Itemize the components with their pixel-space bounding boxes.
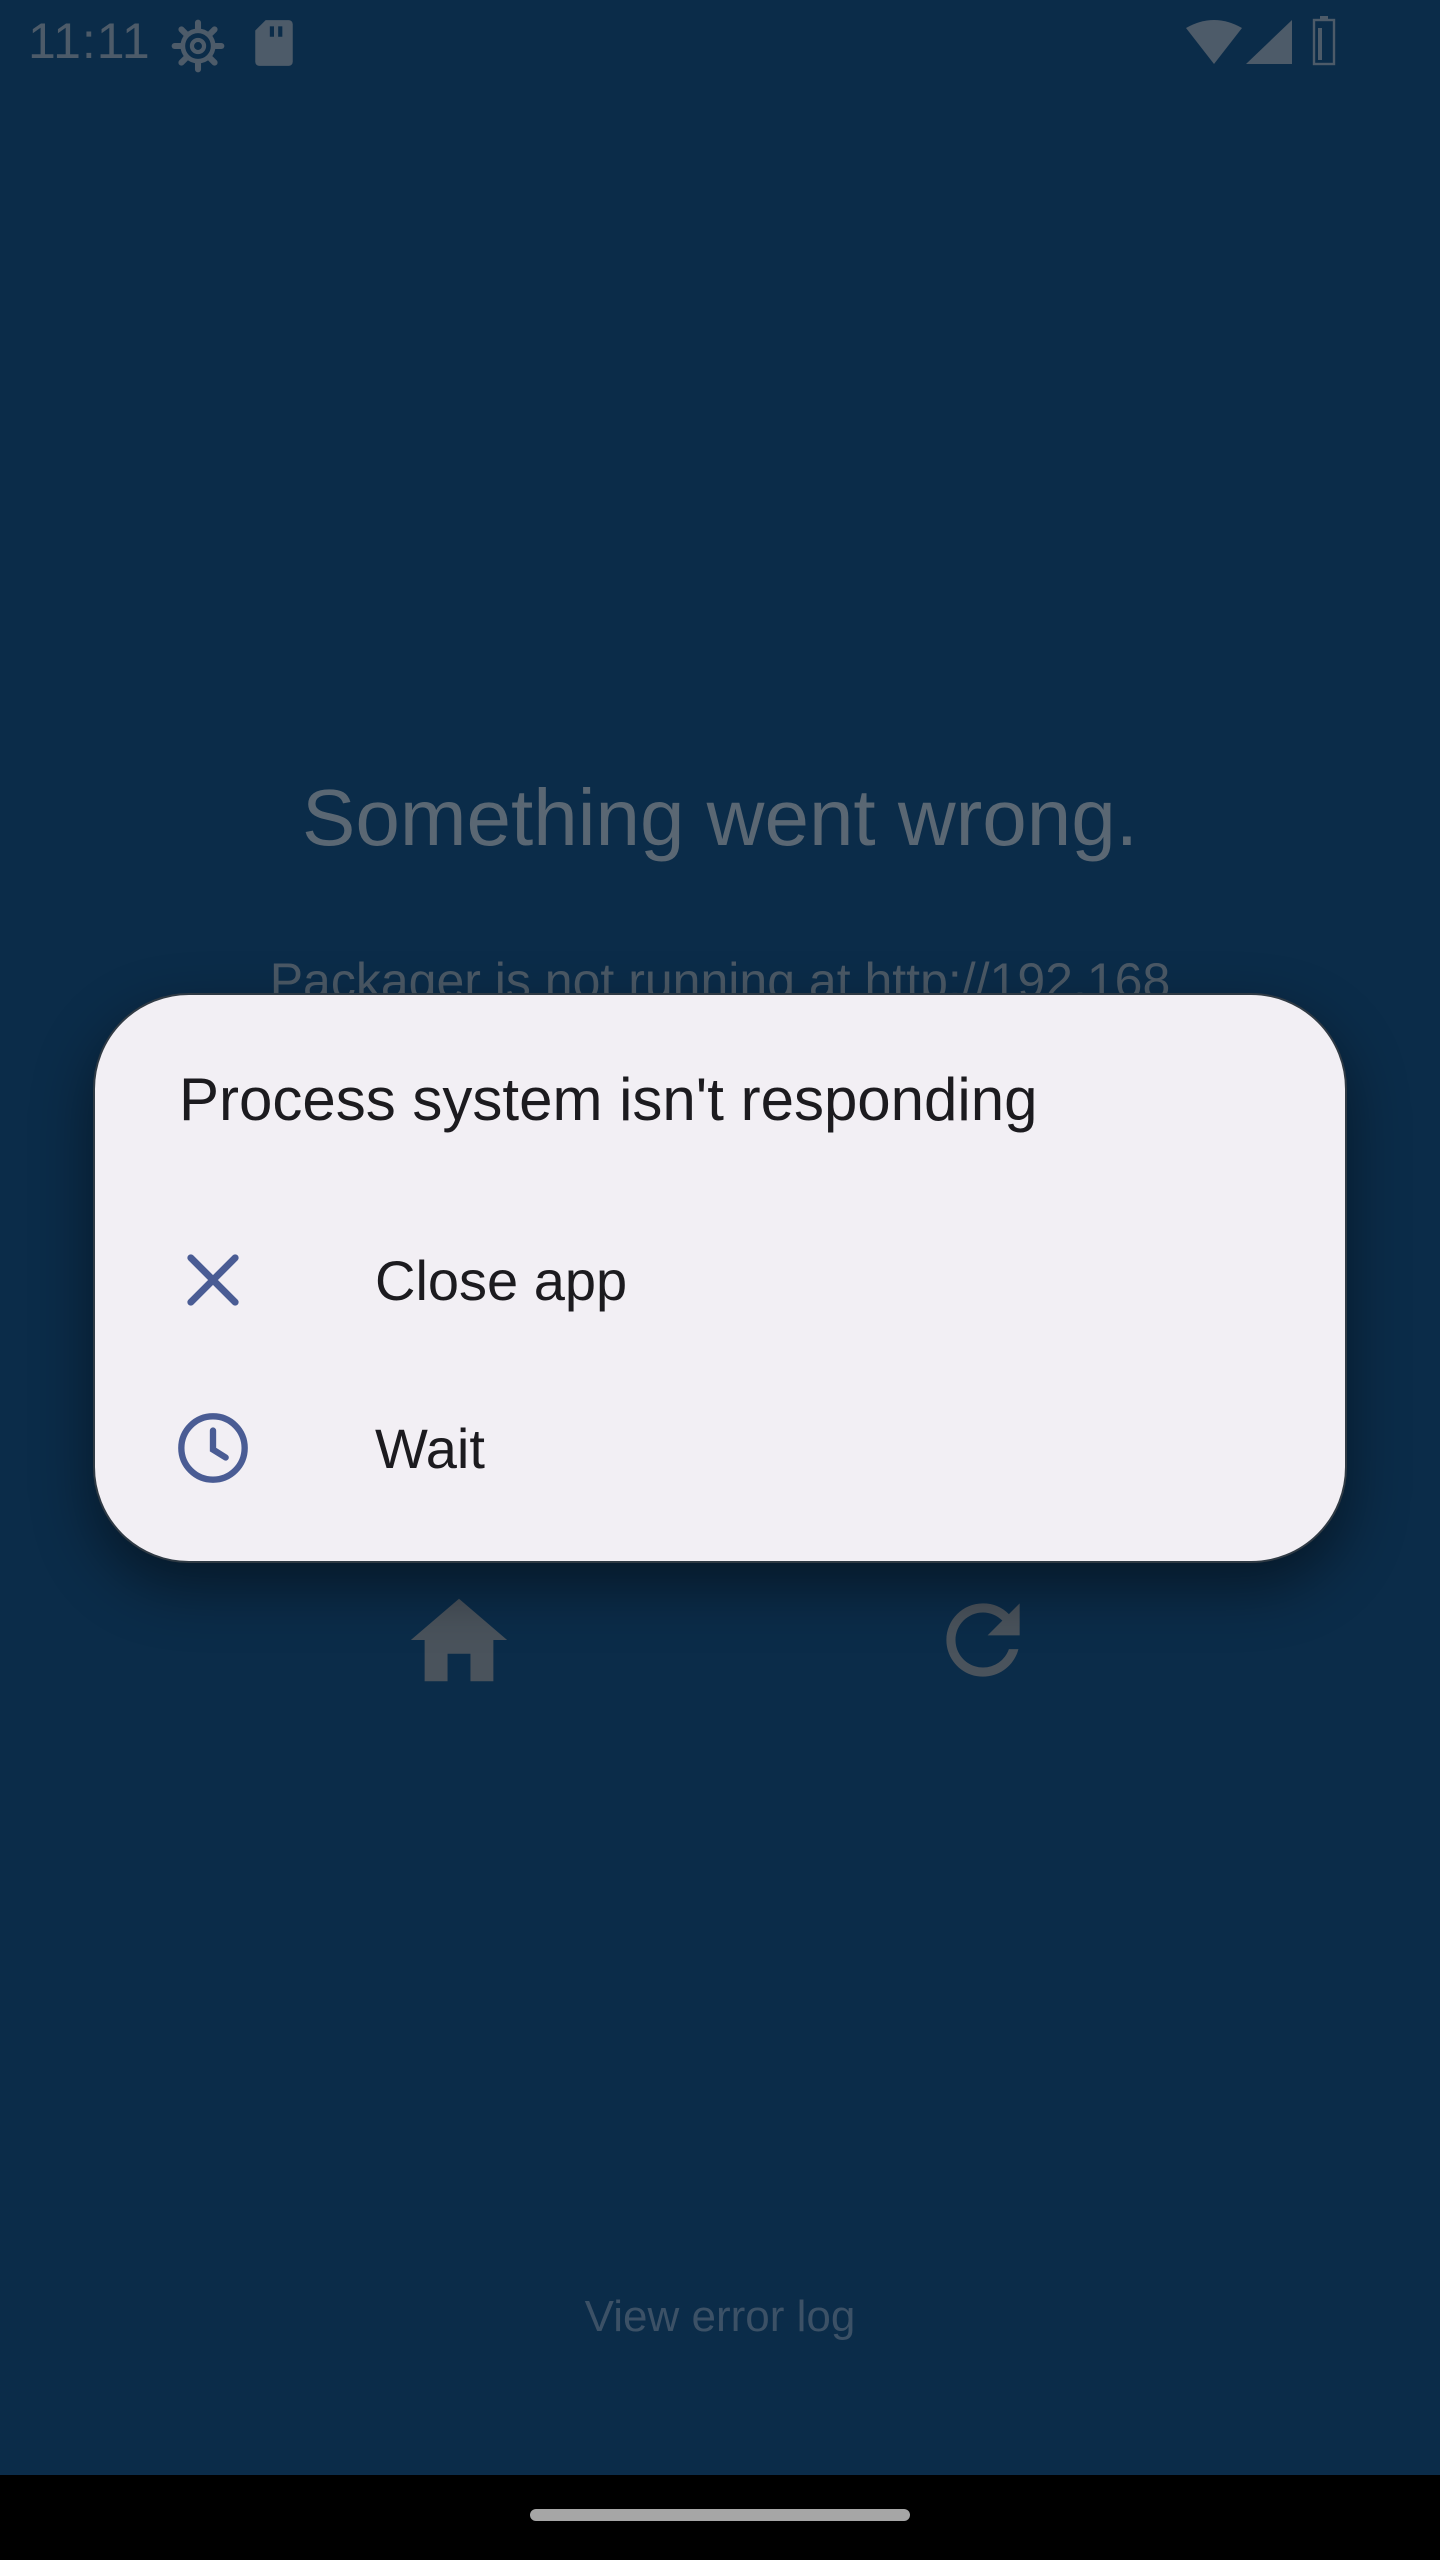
dialog-title: Process system isn't responding: [179, 1066, 1038, 1133]
view-error-log-link[interactable]: View error log: [0, 2292, 1440, 2342]
wait-option[interactable]: Wait: [95, 1370, 1349, 1520]
sd-card-icon: [255, 20, 293, 66]
close-icon: [187, 1254, 239, 1306]
error-title: Something went wrong.: [301, 773, 1138, 862]
signal-icon: [1246, 20, 1292, 64]
status-time: 11:11: [28, 13, 151, 69]
home-gesture-handle[interactable]: [530, 2509, 910, 2521]
clock-icon: [178, 1413, 248, 1483]
wait-label: Wait: [375, 1417, 485, 1480]
home-icon[interactable]: [404, 1585, 514, 1695]
close-app-option[interactable]: Close app: [95, 1202, 1349, 1352]
reload-icon[interactable]: [928, 1585, 1038, 1695]
settings-icon: [171, 19, 225, 73]
app-screen: 11:11 Something went wrong. Packager is …: [0, 0, 1440, 2475]
close-app-label: Close app: [375, 1249, 628, 1312]
wifi-icon: [1186, 20, 1242, 64]
status-bar: 11:11: [0, 0, 1440, 84]
navigation-bar: [0, 2475, 1440, 2560]
battery-icon: [1312, 16, 1336, 66]
anr-dialog: Process system isn't responding Close ap…: [93, 993, 1347, 1563]
